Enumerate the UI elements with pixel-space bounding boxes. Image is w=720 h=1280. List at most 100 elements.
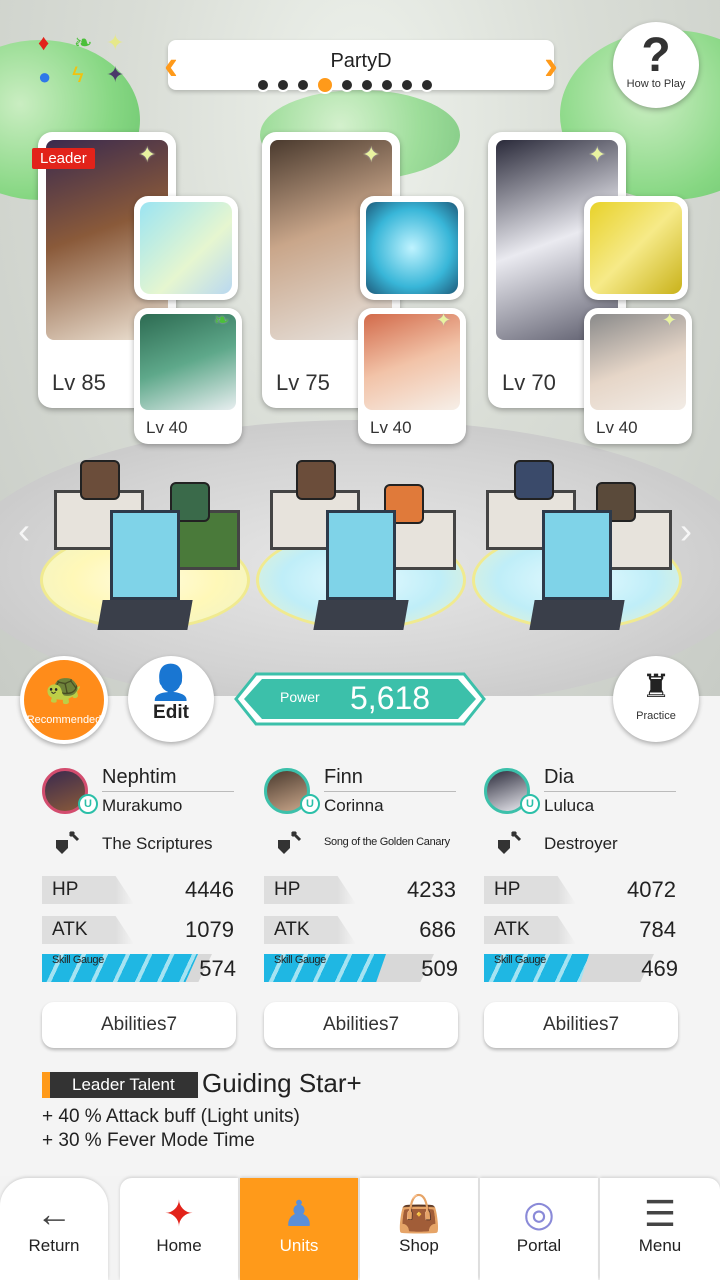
unit-tier-badge: U: [520, 794, 540, 814]
edit-button[interactable]: 👤 Edit: [128, 656, 214, 742]
pedestal-base: [529, 600, 625, 630]
weapon-slot-3[interactable]: [584, 196, 688, 300]
book-weapon-sprite: [326, 510, 396, 600]
hp-stat: HP 4072: [484, 876, 680, 904]
hp-value: 4446: [185, 877, 234, 902]
party-page-dot[interactable]: [360, 78, 374, 92]
sub-unit-level: Lv 40: [596, 418, 638, 437]
water-attribute-icon[interactable]: ●: [38, 66, 51, 88]
party-page-dot[interactable]: [380, 78, 394, 92]
hp-label: HP: [42, 876, 134, 904]
leader-talent-tag: Leader Talent: [42, 1072, 198, 1098]
atk-label: ATK: [484, 916, 576, 944]
units-label: Units: [279, 1236, 319, 1255]
unit-sprite: [296, 460, 336, 500]
nav-units[interactable]: ♟ Units: [240, 1178, 358, 1280]
skill-gauge-value: 509: [421, 956, 458, 981]
atk-label: ATK: [42, 916, 134, 944]
portal-icon: ◎: [523, 1193, 555, 1234]
scroll-left-arrow-icon[interactable]: ‹: [18, 510, 30, 552]
practice-button[interactable]: ♜ Practice: [613, 656, 699, 742]
light-attribute-icon: ✦: [436, 310, 452, 330]
sub-unit-name: Luluca: [544, 796, 595, 815]
sub-unit-level: Lv 40: [146, 418, 188, 437]
home-icon: ✦: [163, 1193, 195, 1234]
unit-pedestal-3[interactable]: [472, 460, 682, 630]
abilities-button[interactable]: Abilities7: [264, 1002, 458, 1048]
sub-unit-portrait-1[interactable]: ❧ Lv 40: [134, 308, 242, 444]
hp-value: 4072: [627, 877, 676, 902]
power-value: 5,618: [350, 680, 431, 716]
edit-user-gear-icon: 👤: [149, 664, 193, 702]
party-page-dot[interactable]: [420, 78, 434, 92]
unit-name: Finn: [324, 766, 456, 792]
light-attribute-icon: ✦: [662, 310, 678, 330]
skill-gauge-label: Skill Gauge: [52, 954, 104, 966]
weapon-slot-2[interactable]: [360, 196, 464, 300]
wind-attribute-icon[interactable]: ❧: [74, 32, 92, 54]
scroll-right-arrow-icon[interactable]: ›: [680, 510, 692, 552]
unit-level: Lv 75: [276, 370, 330, 395]
party-name[interactable]: PartyD: [168, 50, 554, 73]
unit-stats-3: U Dia Luluca Destroyer HP 4072 ATK 784 Ski…: [484, 764, 684, 1054]
portal-label: Portal: [516, 1236, 562, 1255]
party-page-dot[interactable]: [256, 78, 270, 92]
weapon-slot-1[interactable]: [134, 196, 238, 300]
units-icon: ♟: [282, 1193, 316, 1234]
atk-value: 784: [639, 917, 676, 942]
party-page-dot[interactable]: [276, 78, 290, 92]
unit-level: Lv 70: [502, 370, 556, 395]
home-label: Home: [156, 1236, 202, 1255]
skill-gauge-value: 574: [199, 956, 236, 981]
weapon-name: Song of the Golden Canary: [324, 836, 450, 848]
party-page-dot[interactable]: [400, 78, 414, 92]
thunder-attribute-icon[interactable]: ϟ: [72, 64, 84, 86]
party-page-dot[interactable]: [296, 78, 310, 92]
how-to-play-button[interactable]: ? How to Play: [613, 22, 699, 108]
how-to-play-label: How to Play: [626, 78, 686, 90]
atk-stat: ATK 1079: [42, 916, 238, 944]
party-page-dot[interactable]: [340, 78, 354, 92]
weapon-name: The Scriptures: [102, 834, 213, 853]
party-page-dot[interactable]: [316, 76, 334, 94]
unit-stats-1: U Nephtim Murakumo The Scriptures HP 4446…: [42, 764, 242, 1054]
sub-unit-level: Lv 40: [370, 418, 412, 437]
nav-menu[interactable]: ☰ Menu: [600, 1178, 720, 1280]
nav-shop[interactable]: 👜 Shop: [360, 1178, 478, 1280]
recommended-button[interactable]: 🐢 Recommended: [20, 656, 108, 744]
return-button[interactable]: ← Return: [0, 1178, 108, 1280]
nav-portal[interactable]: ◎ Portal: [480, 1178, 598, 1280]
light-attribute-icon[interactable]: ✦: [106, 32, 124, 54]
weapon-type-icon: [278, 830, 302, 854]
unit-pedestal-2[interactable]: [256, 460, 466, 630]
unit-name: Nephtim: [102, 766, 234, 792]
attribute-filter[interactable]: ♦ ❧ ✦ ● ϟ ✦: [34, 30, 134, 92]
hp-label: HP: [484, 876, 576, 904]
atk-value: 1079: [185, 917, 234, 942]
unit-name: Dia: [544, 766, 676, 792]
light-attribute-icon: ✦: [138, 142, 157, 167]
skill-gauge-value: 469: [641, 956, 678, 981]
unit-sprite: [80, 460, 120, 500]
nav-home[interactable]: ✦ Home: [120, 1178, 238, 1280]
power-label: Power: [280, 689, 320, 705]
dark-attribute-icon[interactable]: ✦: [106, 64, 124, 86]
abilities-button[interactable]: Abilities7: [484, 1002, 678, 1048]
next-party-chevron-icon[interactable]: ›: [544, 42, 558, 88]
unit-pedestal-1[interactable]: [40, 460, 250, 630]
abilities-button[interactable]: Abilities7: [42, 1002, 236, 1048]
sub-unit-portrait-2[interactable]: ✦ Lv 40: [358, 308, 466, 444]
unit-tier-badge: U: [78, 794, 98, 814]
question-icon: ?: [641, 29, 671, 82]
leader-badge: Leader: [32, 148, 95, 169]
hp-stat: HP 4446: [42, 876, 238, 904]
sub-unit-portrait-3[interactable]: ✦ Lv 40: [584, 308, 692, 444]
book-weapon-sprite: [542, 510, 612, 600]
talent-effect-2: + 30 % Fever Mode Time: [42, 1130, 255, 1151]
fire-attribute-icon[interactable]: ♦: [38, 32, 49, 54]
turtle-icon: 🐢: [45, 673, 83, 706]
party-power: Power 5,618: [234, 672, 486, 726]
weapon-type-icon: [498, 830, 522, 854]
skill-gauge: Skill Gauge 469: [484, 954, 680, 982]
bottom-navigation: ← Return ✦ Home ♟ Units 👜 Shop ◎ Portal …: [0, 1176, 720, 1280]
